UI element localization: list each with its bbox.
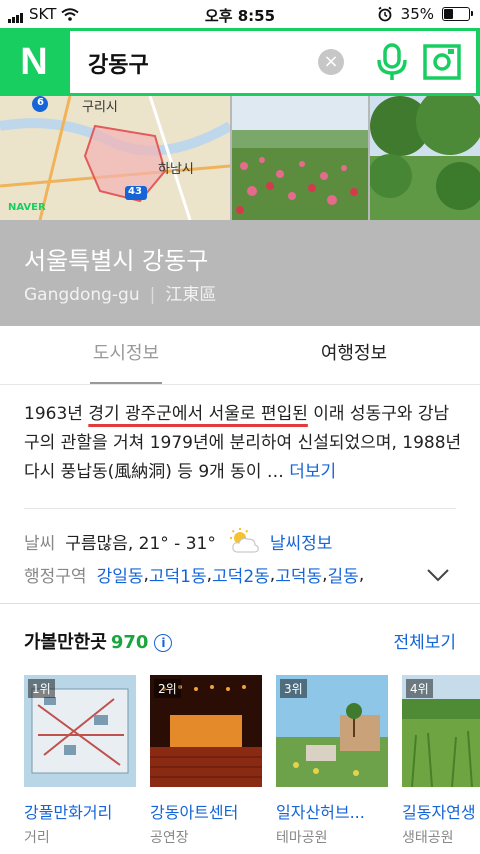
weather-row: 날씨 구름많음, 21° - 31° 날씨정보 bbox=[24, 528, 332, 554]
place-name[interactable]: 강동아트센터 bbox=[150, 799, 262, 823]
place-thumbnail[interactable]: 4위 bbox=[402, 675, 480, 787]
place-category: 생태공원 bbox=[402, 830, 454, 846]
districts-label: 행정구역 bbox=[24, 567, 87, 587]
district-link[interactable]: 고덕동 bbox=[275, 562, 322, 587]
place-card[interactable]: 2위 강동아트센터 공연장 bbox=[150, 675, 262, 847]
clear-button[interactable]: × bbox=[318, 49, 344, 75]
tab-city-info[interactable]: 도시정보 bbox=[90, 326, 162, 384]
section-separator bbox=[0, 603, 480, 604]
chevron-down-icon[interactable] bbox=[426, 568, 450, 582]
weather-label: 날씨 bbox=[24, 533, 56, 554]
city-hero: 구리시 하남시 43 6 NAVER 서울특별시 강동구 Gangdong-gu… bbox=[0, 96, 480, 326]
places-heading: 가볼만한곳 970 i bbox=[24, 628, 173, 654]
map-thumbnail[interactable]: 구리시 하남시 43 6 NAVER bbox=[0, 96, 230, 220]
place-name[interactable]: 길동자연생 bbox=[402, 799, 480, 823]
rank-badge: 2위 bbox=[154, 679, 181, 698]
battery-percent: 35% bbox=[400, 5, 434, 23]
info-icon[interactable]: i bbox=[154, 634, 173, 652]
place-name[interactable]: 일자산허브... bbox=[276, 799, 388, 823]
place-thumbnail[interactable]: 3위 bbox=[276, 675, 388, 787]
photo-flower-field[interactable] bbox=[232, 96, 368, 220]
city-hanja: 江東區 bbox=[165, 285, 217, 305]
partly-cloudy-icon bbox=[229, 528, 259, 553]
map-label-hanam: 하남시 bbox=[158, 162, 194, 177]
battery-icon bbox=[442, 7, 473, 21]
photo-forest[interactable] bbox=[370, 96, 480, 220]
highlighted-text: 경기 광주군에서 서울로 편입된 bbox=[88, 404, 308, 424]
place-name[interactable]: 강풀만화거리 bbox=[24, 799, 136, 823]
place-category: 공연장 bbox=[150, 830, 189, 846]
rank-badge: 4위 bbox=[406, 679, 433, 698]
place-card[interactable]: 1위 강풀만화거리 거리 bbox=[24, 675, 136, 847]
naver-logo[interactable]: N bbox=[10, 38, 58, 86]
district-link[interactable]: 고덕2동 bbox=[212, 562, 270, 587]
more-link[interactable]: 더보기 bbox=[289, 462, 336, 482]
places-count: 970 bbox=[110, 632, 149, 653]
districts-row: 행정구역 강일동, 고덕1동, 고덕2동, 고덕동, 길동, bbox=[24, 562, 364, 588]
camera-lens-icon bbox=[423, 44, 461, 80]
image-search-button[interactable] bbox=[422, 43, 462, 81]
close-icon: × bbox=[323, 51, 339, 72]
naver-map-watermark: NAVER bbox=[8, 202, 46, 213]
places-carousel[interactable]: 1위 강풀만화거리 거리 2위 강동아트센터 공연장 3위 일자산허브... 테… bbox=[24, 675, 480, 854]
map-label-guri: 구리시 bbox=[82, 100, 118, 115]
city-subtitle: Gangdong-gu | 江東區 bbox=[24, 285, 217, 305]
divider bbox=[24, 508, 456, 509]
view-all-link[interactable]: 전체보기 bbox=[393, 628, 456, 653]
city-romanized: Gangdong-gu bbox=[24, 285, 140, 305]
rank-badge: 1위 bbox=[28, 679, 55, 698]
map-route-6: 6 bbox=[37, 97, 44, 108]
info-tabs: 도시정보 여행정보 bbox=[0, 326, 480, 385]
tab-travel-info[interactable]: 여행정보 bbox=[304, 326, 404, 384]
city-name: 서울특별시 강동구 bbox=[24, 247, 209, 275]
weather-value: 구름많음, 21° - 31° bbox=[65, 533, 216, 554]
district-link[interactable]: 강일동 bbox=[97, 562, 144, 587]
status-bar: SKT 오후 8:55 35% bbox=[0, 0, 480, 28]
rank-badge: 3위 bbox=[280, 679, 307, 698]
voice-search-button[interactable] bbox=[372, 41, 412, 83]
search-bar: N 강동구 × bbox=[0, 28, 480, 96]
city-description: 1963년 경기 광주군에서 서울로 편입된 이래 성동구와 강남구의 관할을 … bbox=[24, 404, 462, 482]
place-thumbnail[interactable]: 1위 bbox=[24, 675, 136, 787]
search-input[interactable]: 강동구 × bbox=[70, 31, 476, 93]
place-thumbnail[interactable]: 2위 bbox=[150, 675, 262, 787]
search-query[interactable]: 강동구 bbox=[88, 47, 149, 79]
place-category: 거리 bbox=[24, 830, 50, 846]
district-link[interactable]: 고덕1동 bbox=[149, 562, 207, 587]
map-route-43: 43 bbox=[128, 186, 142, 197]
place-card[interactable]: 3위 일자산허브... 테마공원 bbox=[276, 675, 388, 847]
microphone-icon bbox=[377, 43, 407, 80]
weather-info-link[interactable]: 날씨정보 bbox=[270, 529, 333, 554]
district-link[interactable]: 길동 bbox=[328, 562, 359, 587]
place-category: 테마공원 bbox=[276, 830, 328, 846]
alarm-icon bbox=[378, 6, 392, 22]
place-card[interactable]: 4위 길동자연생 생태공원 bbox=[402, 675, 480, 847]
